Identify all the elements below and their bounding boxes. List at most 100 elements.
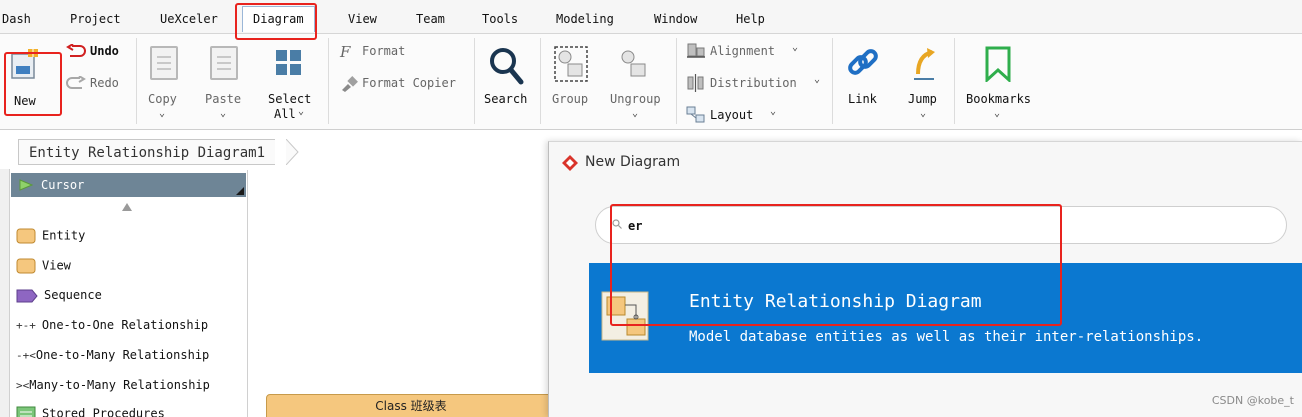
diagram-palette: Cursor Entity View Sequence +-+ One-to-On… xyxy=(10,170,248,417)
copy-button[interactable]: Copy ⌄ xyxy=(142,42,188,122)
bookmarks-label: Bookmarks xyxy=(966,92,1032,106)
palette-item-cursor[interactable]: Cursor xyxy=(11,173,246,197)
ribbon-separator xyxy=(540,38,541,124)
chevron-down-icon: ⌄ xyxy=(994,108,1001,119)
diagram-tab[interactable]: Entity Relationship Diagram1 xyxy=(18,139,276,165)
select-all-label: Select xyxy=(268,92,312,106)
format-copier-button[interactable]: Format Copier xyxy=(340,74,468,94)
paste-icon xyxy=(210,46,238,80)
menu-view[interactable]: View xyxy=(348,12,377,26)
entity-title: Class 班级表 xyxy=(375,399,447,413)
format-button[interactable]: F Format xyxy=(340,42,440,62)
ribbon-separator xyxy=(676,38,677,124)
alignment-button[interactable]: Alignment ⌄ xyxy=(686,40,816,62)
chevron-down-icon: ⌄ xyxy=(159,108,166,119)
search-icon xyxy=(490,48,524,85)
ribbon-separator xyxy=(328,38,329,124)
palette-item-sequence[interactable]: Sequence xyxy=(16,288,102,303)
chevron-down-icon: ⌄ xyxy=(770,106,777,117)
redo-button[interactable]: Redo xyxy=(66,74,126,94)
bookmarks-button[interactable]: Bookmarks ⌄ xyxy=(962,42,1038,122)
cursor-icon xyxy=(19,179,33,191)
palette-item-view[interactable]: View xyxy=(16,258,71,274)
link-label: Link xyxy=(848,92,877,106)
ribbon-separator xyxy=(136,38,137,124)
group-button[interactable]: Group xyxy=(546,42,596,122)
chevron-down-icon: ⌄ xyxy=(220,108,227,119)
result-description: Model database entities as well as their… xyxy=(689,329,1204,345)
redo-label: Redo xyxy=(90,76,119,90)
cursor-label: Cursor xyxy=(41,178,85,192)
dialog-title: New Diagram xyxy=(585,154,681,170)
ribbon-separator xyxy=(954,38,955,124)
palette-item-one-to-many[interactable]: -+<One-to-Many Relationship xyxy=(16,348,209,362)
scroll-up-icon[interactable] xyxy=(122,203,132,211)
layout-icon xyxy=(686,106,705,123)
entity-class-box[interactable]: Class 班级表 xyxy=(266,394,556,417)
distribution-label: Distribution xyxy=(710,76,797,90)
group-label: Group xyxy=(552,92,589,106)
visual-paradigm-logo-icon xyxy=(562,155,578,171)
layout-button[interactable]: Layout ⌄ xyxy=(686,104,796,126)
ribbon-separator xyxy=(474,38,475,124)
palette-item-label: Many-to-Many Relationship xyxy=(29,378,210,392)
chevron-down-icon: ⌄ xyxy=(298,106,305,117)
menu-help[interactable]: Help xyxy=(736,12,765,26)
menu-bar: Dash Project UeXceler Diagram View Team … xyxy=(0,0,1302,34)
chevron-down-icon: ⌄ xyxy=(814,74,821,85)
palette-item-label: One-to-One Relationship xyxy=(41,318,209,332)
redo-icon xyxy=(66,76,86,89)
brush-icon xyxy=(342,76,358,92)
many-to-many-icon: >< xyxy=(16,379,30,392)
alignment-label: Alignment xyxy=(710,44,776,58)
copy-icon xyxy=(150,46,178,80)
menu-tools[interactable]: Tools xyxy=(482,12,518,26)
link-button[interactable]: Link xyxy=(840,42,886,122)
view-icon xyxy=(16,258,36,274)
jump-icon xyxy=(914,48,935,80)
palette-item-one-to-one[interactable]: +-+ One-to-One Relationship xyxy=(16,318,208,332)
palette-item-many-to-many[interactable]: ><Many-to-Many Relationship xyxy=(16,378,210,392)
menu-team[interactable]: Team xyxy=(416,12,445,26)
annotation-box-new-button xyxy=(4,52,62,116)
menu-project[interactable]: Project xyxy=(70,12,121,26)
corner-resize-icon xyxy=(236,187,244,195)
one-to-many-icon: -+< xyxy=(16,349,36,362)
menu-modeling[interactable]: Modeling xyxy=(556,12,614,26)
annotation-box-diagram-menu xyxy=(235,3,317,40)
chevron-down-icon: ⌄ xyxy=(792,42,799,53)
chevron-down-icon: ⌄ xyxy=(920,108,927,119)
palette-item-entity[interactable]: Entity xyxy=(16,228,85,244)
menu-window[interactable]: Window xyxy=(654,12,697,26)
ungroup-button[interactable]: Ungroup ⌄ xyxy=(606,42,670,122)
diagram-tab-bar: Entity Relationship Diagram1 xyxy=(0,131,548,169)
select-all-button[interactable]: Select All ⌄ xyxy=(262,42,318,122)
palette-item-stored-procedures[interactable]: Stored Procedures xyxy=(16,406,165,417)
ungroup-label: Ungroup xyxy=(610,92,661,106)
annotation-box-search-result xyxy=(610,204,1062,326)
palette-item-label: Sequence xyxy=(44,288,102,302)
group-icon xyxy=(554,46,588,82)
palette-item-label: View xyxy=(42,258,71,273)
undo-label: Undo xyxy=(90,44,119,58)
paste-button[interactable]: Paste ⌄ xyxy=(200,42,250,122)
bookmark-icon xyxy=(985,46,1011,82)
jump-button[interactable]: Jump ⌄ xyxy=(900,42,948,122)
search-button[interactable]: Search xyxy=(480,42,536,122)
jump-label: Jump xyxy=(908,92,937,106)
diagram-canvas[interactable]: Class 班级表 xyxy=(248,170,556,417)
select-all-label-2: All xyxy=(274,107,296,121)
paste-label: Paste xyxy=(205,92,242,106)
search-label: Search xyxy=(484,92,528,106)
distribution-button[interactable]: Distribution ⌄ xyxy=(686,72,828,94)
format-icon: F xyxy=(340,43,351,61)
ribbon-toolbar: New Undo Redo Copy ⌄ Paste ⌄ Select All … xyxy=(0,34,1302,130)
stored-procedure-icon xyxy=(16,406,36,417)
palette-item-label: Stored Procedures xyxy=(42,406,165,417)
menu-uexceler[interactable]: UeXceler xyxy=(160,12,218,26)
entity-icon xyxy=(16,228,36,244)
breadcrumb-arrow-icon xyxy=(286,139,299,165)
chevron-down-icon: ⌄ xyxy=(632,108,639,119)
undo-button[interactable]: Undo xyxy=(66,42,126,62)
menu-dash[interactable]: Dash xyxy=(2,12,31,26)
